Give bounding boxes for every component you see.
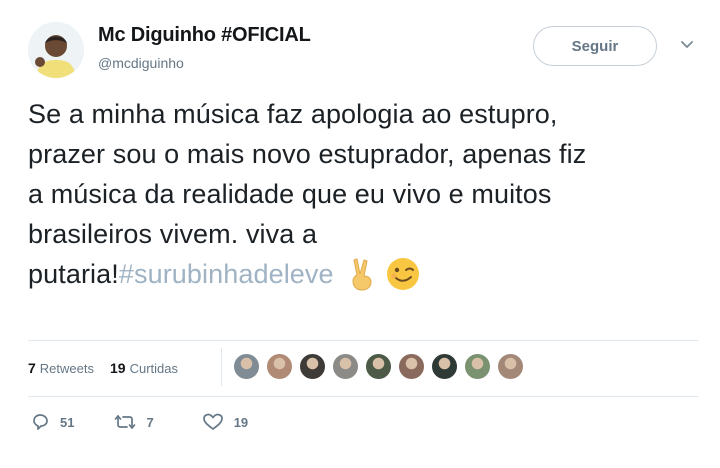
liker-avatar[interactable] xyxy=(431,353,458,380)
tweet-line-text: putaria! xyxy=(28,259,119,289)
tweet-line: prazer sou o mais novo estuprador, apena… xyxy=(28,139,587,169)
reply-icon xyxy=(30,412,50,432)
chevron-down-icon[interactable] xyxy=(680,38,694,52)
retweet-count: 7 xyxy=(146,414,154,430)
reply-count: 51 xyxy=(60,414,75,430)
liker-avatar[interactable] xyxy=(266,353,293,380)
liker-avatar[interactable] xyxy=(365,353,392,380)
retweets-count[interactable]: 7 xyxy=(28,360,36,376)
display-name[interactable]: Mc Diguinho #OFICIAL xyxy=(98,24,311,47)
divider xyxy=(28,396,698,397)
username-handle[interactable]: @mcdiguinho xyxy=(98,55,184,71)
victory-hand-icon xyxy=(348,257,376,302)
tweet-actions: 51 7 19 xyxy=(30,412,248,432)
heart-icon xyxy=(202,412,224,432)
tweet-line: putaria!#surubinhadeleve xyxy=(28,254,708,302)
divider xyxy=(28,340,698,341)
retweets-label[interactable]: Retweets xyxy=(40,361,94,376)
like-button[interactable]: 19 xyxy=(202,412,248,432)
tweet-line: Se a minha música faz apologia ao estupr… xyxy=(28,99,558,129)
liker-avatar[interactable] xyxy=(464,353,491,380)
tweet-line: brasileiros vivem. viva a xyxy=(28,219,318,249)
likes-count[interactable]: 19 xyxy=(110,360,126,376)
tweet-line: a música da realidade que eu vivo e muit… xyxy=(28,179,552,209)
follow-button[interactable]: Seguir xyxy=(533,26,657,66)
likes-label[interactable]: Curtidas xyxy=(130,361,178,376)
winking-face-icon xyxy=(386,257,420,302)
liker-avatar[interactable] xyxy=(497,353,524,380)
avatar[interactable] xyxy=(28,22,84,78)
tweet-text: Se a minha música faz apologia ao estupr… xyxy=(28,94,708,302)
like-count: 19 xyxy=(233,414,249,430)
liker-avatars xyxy=(233,353,530,380)
tweet-stats: 7 Retweets 19 Curtidas xyxy=(28,357,178,379)
liker-avatar[interactable] xyxy=(299,353,326,380)
liker-avatar[interactable] xyxy=(398,353,425,380)
reply-button[interactable]: 51 xyxy=(30,412,74,432)
stats-separator xyxy=(221,348,222,386)
liker-avatar[interactable] xyxy=(332,353,359,380)
hashtag-link[interactable]: #surubinhadeleve xyxy=(119,259,334,289)
liker-avatar[interactable] xyxy=(233,353,260,380)
retweet-button[interactable]: 7 xyxy=(114,412,154,432)
retweet-icon xyxy=(114,412,136,432)
